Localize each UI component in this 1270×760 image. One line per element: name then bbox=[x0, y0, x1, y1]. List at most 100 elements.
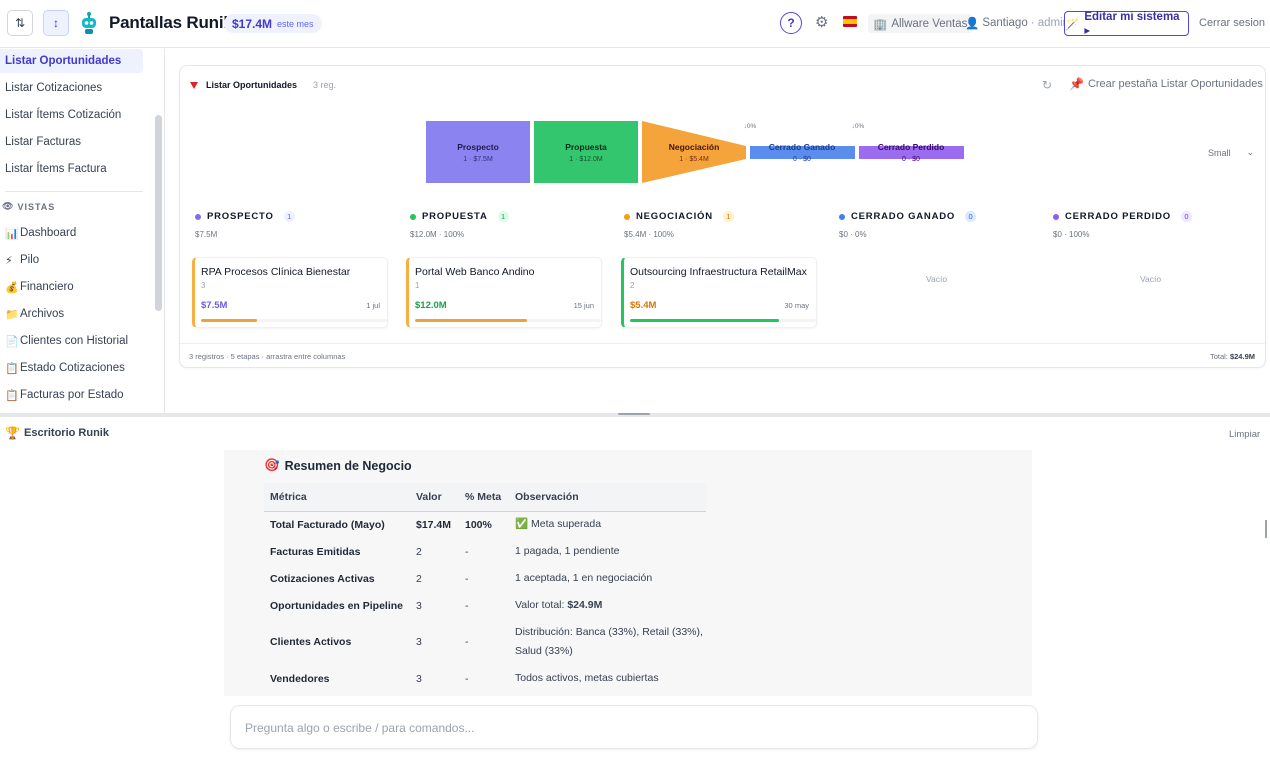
deal-amount: $5.4M bbox=[630, 300, 657, 311]
stage-summary: $0 · 100% bbox=[1053, 230, 1090, 239]
chat-input[interactable] bbox=[245, 718, 1005, 738]
funnel-stage-propuesta[interactable]: Propuesta 1 · $12.0M bbox=[534, 121, 638, 183]
funnel-stage-negociacion[interactable]: Negociación 1 · $5.4M bbox=[642, 121, 746, 183]
sidebar-item-dashboard[interactable]: 📊 Dashboard bbox=[0, 221, 143, 245]
column-header-cerrado-perdido: CERRADO PERDIDO 0 bbox=[1053, 211, 1192, 222]
target-icon: 🎯 bbox=[264, 458, 280, 472]
funnel-stage-sub: 0 · $0 bbox=[793, 156, 811, 163]
sidebar-item-facturas-por-estado[interactable]: 📋 Facturas por Estado bbox=[0, 383, 143, 407]
table-row: Total Facturado (Mayo) $17.4M 100% ✅ Meta s… bbox=[264, 511, 706, 538]
stage-count-badge: 1 bbox=[722, 211, 734, 222]
sidebar-item-label: Clientes con Historial bbox=[20, 335, 129, 347]
goal-cell: - bbox=[465, 636, 469, 648]
swap-layout-button[interactable]: ⇅ bbox=[7, 10, 33, 36]
sidebar-item-listar-facturas[interactable]: Listar Facturas bbox=[0, 130, 143, 154]
clear-button[interactable]: Limpiar bbox=[1229, 429, 1260, 440]
edit-system-button[interactable]: 🪄 Editar mi sistema ▸ bbox=[1064, 10, 1189, 37]
deal-number: 3 bbox=[201, 281, 206, 290]
document-icon: 📄 bbox=[5, 335, 19, 348]
app-header: ⇅ ↕ Pantallas Runik $17.4M este mes ? ⚙ … bbox=[0, 0, 1270, 48]
size-selector-value: Small bbox=[1208, 147, 1231, 158]
sidebar-item-listar-cotizaciones[interactable]: Listar Cotizaciones bbox=[0, 76, 143, 100]
footer-total-label: Total: bbox=[1209, 352, 1228, 361]
stage-name: PROPUESTA bbox=[422, 211, 488, 222]
column-header-negociación: NEGOCIACIÓN 1 bbox=[624, 211, 734, 222]
funnel-stage-cerrado-ganado[interactable]: Cerrado Ganado 0 · $0 ↓0% bbox=[744, 123, 855, 163]
company-selector[interactable]: 🏢 Allware Ventas bbox=[868, 14, 973, 33]
stage-summary: $0 · 0% bbox=[839, 230, 867, 239]
page-scrollbar[interactable] bbox=[1265, 520, 1267, 538]
metric-cell: Facturas Emitidas bbox=[270, 545, 361, 558]
deal-name: Outsourcing Infraestructura RetailMax bbox=[630, 266, 807, 278]
edit-system-label: Editar mi sistema ▸ bbox=[1084, 10, 1180, 37]
user-info: 👤 Santiago · admin bbox=[965, 16, 1069, 30]
deal-card[interactable]: RPA Procesos Clínica Bienestar 3 $7.5M 1 ju… bbox=[192, 257, 388, 328]
observation-value: $24.9M bbox=[567, 599, 603, 611]
value-cell: 3 bbox=[416, 672, 422, 685]
table-row: Clientes Activos 3 - Distribución: Banca (3… bbox=[264, 619, 706, 665]
clipboard-icon: 📋 bbox=[5, 362, 19, 375]
sidebar-item-clientes-con-historial[interactable]: 📄 Clientes con Historial bbox=[0, 329, 143, 353]
funnel-stage-prospecto[interactable]: Prospecto 1 · $7.5M bbox=[426, 121, 530, 183]
summary-title-text: Resumen de Negocio bbox=[284, 458, 412, 473]
table-row: Oportunidades en Pipeline 3 - Valor total: … bbox=[264, 592, 706, 619]
table-row: Cotizaciones Activas 2 - 1 aceptada, 1 en n… bbox=[264, 565, 706, 592]
metric-cell: Oportunidades en Pipeline bbox=[270, 599, 404, 612]
money-bag-icon: 💰 bbox=[5, 281, 19, 294]
deal-progress-bar bbox=[201, 319, 387, 322]
stage-count-badge: 1 bbox=[283, 211, 295, 222]
funnel-stage-name: Cerrado Perdido bbox=[878, 142, 945, 152]
funnel-stage-name: Cerrado Ganado bbox=[769, 142, 836, 152]
column-header-prospecto: PROSPECTO 1 bbox=[195, 211, 295, 222]
help-button[interactable]: ? bbox=[780, 12, 802, 34]
column-header-propuesta: PROPUESTA 1 bbox=[410, 211, 509, 222]
sidebar-item-pilo[interactable]: ⚡ Pilo bbox=[0, 248, 143, 272]
footer-total: Total: $24.9M bbox=[1210, 352, 1255, 361]
goal-cell: 100% bbox=[465, 518, 492, 531]
gear-icon[interactable]: ⚙ bbox=[815, 14, 828, 32]
sidebar-item-label: Facturas por Estado bbox=[20, 389, 124, 401]
sidebar-scrollbar[interactable] bbox=[155, 115, 162, 311]
metric-cell: Vendedores bbox=[270, 672, 330, 685]
logout-link[interactable]: Cerrar sesion bbox=[1199, 17, 1265, 29]
robot-logo-icon bbox=[82, 12, 96, 34]
sidebar-item-estado-cotizaciones[interactable]: 📋 Estado Cotizaciones bbox=[0, 356, 143, 380]
chat-input-box[interactable] bbox=[230, 705, 1038, 749]
app-title: Pantallas Runik bbox=[109, 13, 233, 32]
sidebar-item-listar-items-cotizacion[interactable]: Listar Ítems Cotización bbox=[0, 103, 143, 127]
stage-dot bbox=[839, 213, 845, 220]
empty-column-label: Vacío bbox=[1140, 274, 1162, 284]
sidebar-item-label: Estado Cotizaciones bbox=[20, 362, 125, 374]
stage-summary: $5.4M · 100% bbox=[624, 230, 674, 239]
deal-number: 1 bbox=[415, 281, 420, 290]
swap-icon: ⇅ bbox=[14, 16, 26, 30]
empty-column-label: Vacío bbox=[926, 274, 948, 284]
funnel-stage-sub: 1 · $5.4M bbox=[679, 156, 709, 163]
vertical-layout-button[interactable]: ↕ bbox=[43, 10, 69, 36]
sidebar-item-listar-oportunidades[interactable]: Listar Oportunidades bbox=[0, 49, 143, 73]
stage-count-badge: 1 bbox=[497, 211, 509, 222]
column-header: Métrica bbox=[264, 483, 410, 512]
deal-name: Portal Web Banco Andino bbox=[415, 266, 535, 278]
funnel-stage-name: Negociación bbox=[669, 142, 720, 152]
spain-flag-icon[interactable] bbox=[843, 16, 857, 27]
user-name: Santiago bbox=[982, 17, 1028, 29]
kpi-label: este mes bbox=[277, 18, 314, 29]
size-selector[interactable]: Small ⌄ bbox=[1208, 147, 1254, 158]
goal-cell: - bbox=[465, 572, 469, 585]
observation-cell: 1 aceptada, 1 en negociación bbox=[515, 572, 653, 584]
sidebar-item-listar-items-factura[interactable]: Listar Ítems Factura bbox=[0, 157, 143, 181]
splitter-grip[interactable] bbox=[618, 413, 650, 415]
sidebar-item-archivos[interactable]: 📁 Archivos bbox=[0, 302, 143, 326]
deal-card[interactable]: Portal Web Banco Andino 1 $12.0M 15 jun bbox=[406, 257, 602, 328]
deal-card[interactable]: Outsourcing Infraestructura RetailMax 2 $5… bbox=[621, 257, 817, 328]
sidebar-item-financiero[interactable]: 💰 Financiero bbox=[0, 275, 143, 299]
stage-dot bbox=[195, 213, 201, 220]
funnel-stage-name: Propuesta bbox=[565, 142, 607, 152]
deal-date: 1 jul bbox=[366, 301, 380, 310]
company-name: Allware Ventas bbox=[891, 17, 968, 30]
stage-dot bbox=[624, 213, 630, 220]
building-icon: 🏢 bbox=[873, 18, 888, 31]
funnel-stage-cerrado-perdido[interactable]: Cerrado Perdido 0 · $0 ↓0% bbox=[852, 123, 964, 163]
funnel-stage-sub: 1 · $12.0M bbox=[569, 156, 603, 163]
